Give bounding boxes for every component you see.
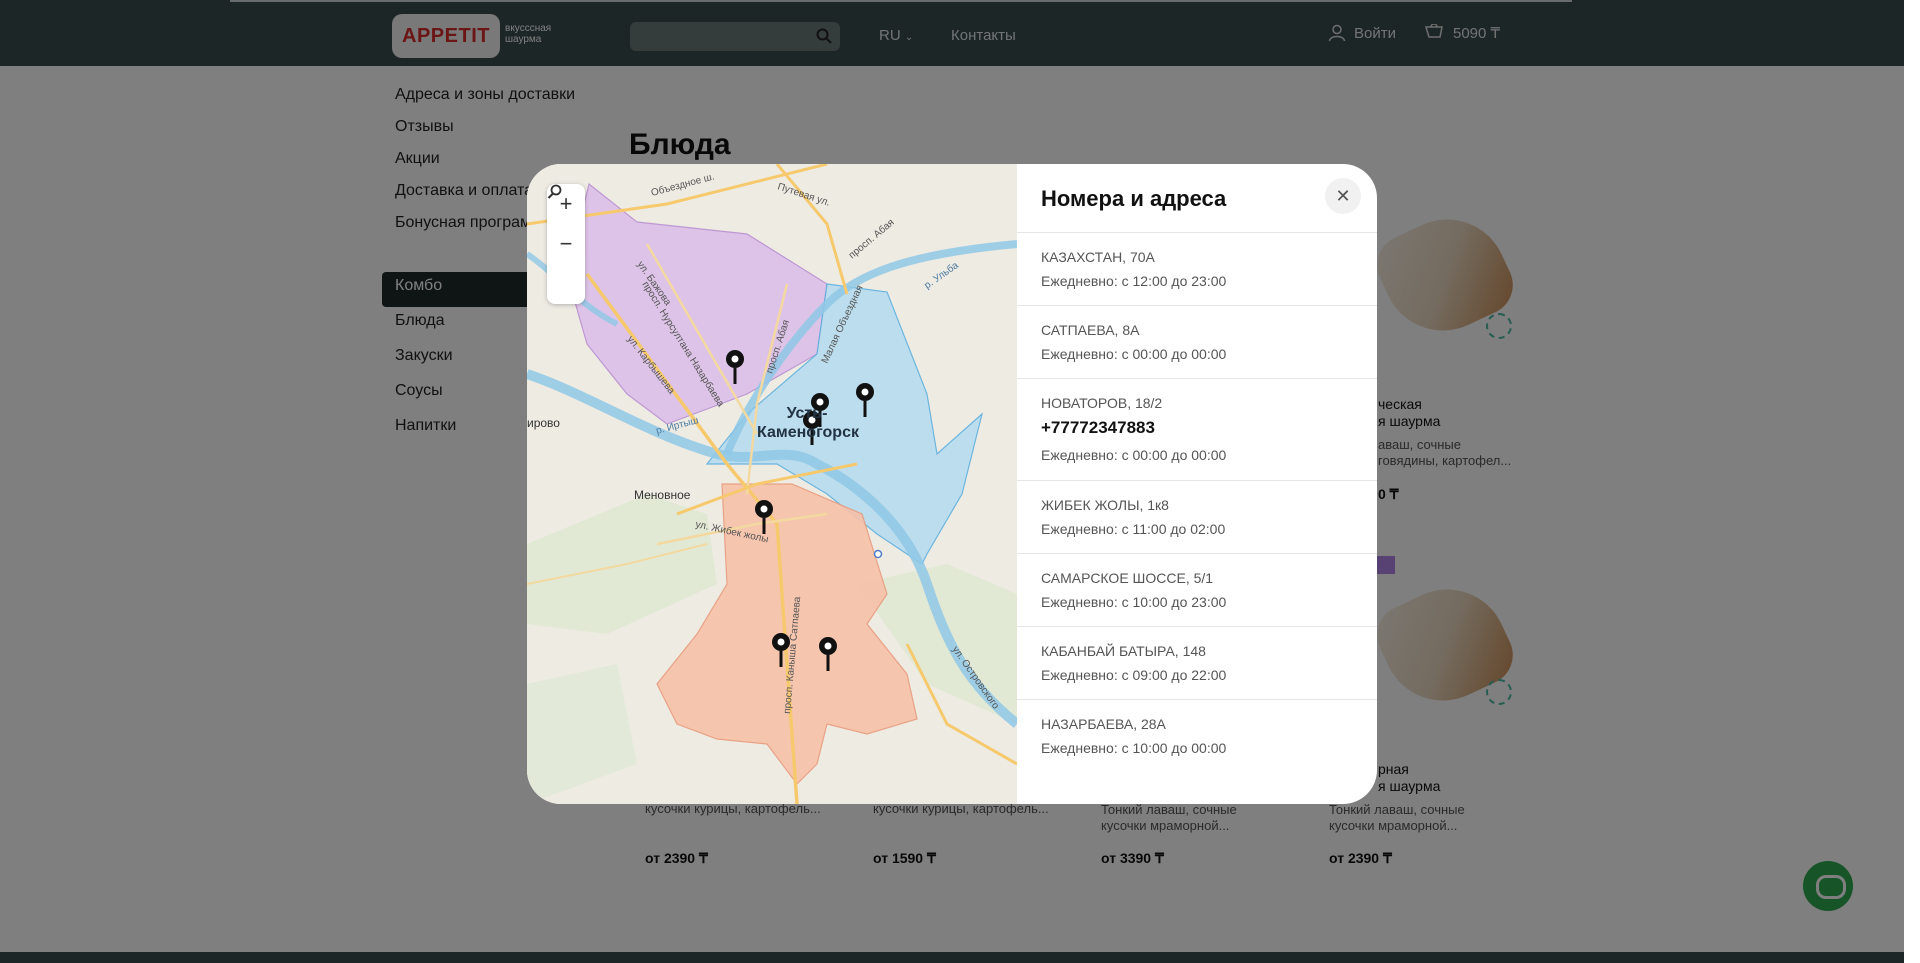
- location-hours: Ежедневно: с 10:00 до 23:00: [1041, 594, 1227, 610]
- locations-list: КАЗАХСТАН, 70А Ежедневно: с 12:00 до 23:…: [1017, 232, 1377, 772]
- location-address: ЖИБЕК ЖОЛЫ, 1к8: [1041, 497, 1169, 513]
- list-item[interactable]: КАЗАХСТАН, 70А Ежедневно: с 12:00 до 23:…: [1017, 232, 1377, 305]
- location-address: САМАРСКОЕ ШОССЕ, 5/1: [1041, 570, 1214, 586]
- zoom-search-button[interactable]: [547, 184, 585, 304]
- map-poi-dot: [873, 549, 883, 559]
- list-item[interactable]: САТПАЕВА, 8А Ежедневно: с 00:00 до 00:00: [1017, 305, 1377, 378]
- close-icon: ✕: [1335, 186, 1351, 206]
- delivery-map[interactable]: Усть- Каменогорск Меновное ирово Объездн…: [527, 164, 1017, 804]
- location-hours: Ежедневно: с 11:00 до 02:00: [1041, 521, 1226, 537]
- locations-panel: Номера и адреса ✕ КАЗАХСТАН, 70А Ежеднев…: [1017, 164, 1377, 804]
- location-address: КАБАНБАЙ БАТЫРА, 148: [1041, 643, 1206, 659]
- list-item[interactable]: НАЗАРБАЕВА, 28А Ежедневно: с 10:00 до 00…: [1017, 699, 1377, 772]
- location-address: НАЗАРБАЕВА, 28А: [1041, 716, 1166, 732]
- list-item[interactable]: НОВАТОРОВ, 18/2 +77772347883 Ежедневно: …: [1017, 378, 1377, 480]
- location-hours: Ежедневно: с 09:00 до 22:00: [1041, 667, 1227, 683]
- location-hours: Ежедневно: с 00:00 до 00:00: [1041, 447, 1227, 463]
- list-item[interactable]: КАБАНБАЙ БАТЫРА, 148 Ежедневно: с 09:00 …: [1017, 626, 1377, 699]
- map-village-label-2: ирово: [527, 416, 560, 430]
- location-hours: Ежедневно: с 10:00 до 00:00: [1041, 740, 1227, 756]
- map-zoom-controls: + −: [547, 184, 585, 304]
- map-canvas[interactable]: Усть- Каменогорск Меновное ирово Объездн…: [527, 164, 1017, 804]
- scrollbar[interactable]: [1904, 0, 1920, 963]
- location-hours: Ежедневно: с 00:00 до 00:00: [1041, 346, 1227, 362]
- zoom-out-button[interactable]: −: [547, 224, 585, 264]
- location-address: НОВАТОРОВ, 18/2: [1041, 395, 1163, 411]
- modal-title: Номера и адреса: [1041, 186, 1227, 211]
- map-city-label: Усть-: [787, 405, 828, 422]
- location-phone[interactable]: +77772347883: [1041, 415, 1353, 441]
- magnifier-icon: [547, 184, 562, 199]
- list-item[interactable]: САМАРСКОЕ ШОССЕ, 5/1 Ежедневно: с 10:00 …: [1017, 553, 1377, 626]
- close-button[interactable]: ✕: [1325, 178, 1361, 214]
- map-city-label-2: Каменогорск: [757, 424, 860, 441]
- location-address: КАЗАХСТАН, 70А: [1041, 249, 1155, 265]
- location-hours: Ежедневно: с 12:00 до 23:00: [1041, 273, 1227, 289]
- location-address: САТПАЕВА, 8А: [1041, 322, 1140, 338]
- map-village-label: Меновное: [634, 488, 691, 502]
- addresses-modal: Усть- Каменогорск Меновное ирово Объездн…: [527, 164, 1377, 804]
- list-item[interactable]: ЖИБЕК ЖОЛЫ, 1к8 Ежедневно: с 11:00 до 02…: [1017, 480, 1377, 553]
